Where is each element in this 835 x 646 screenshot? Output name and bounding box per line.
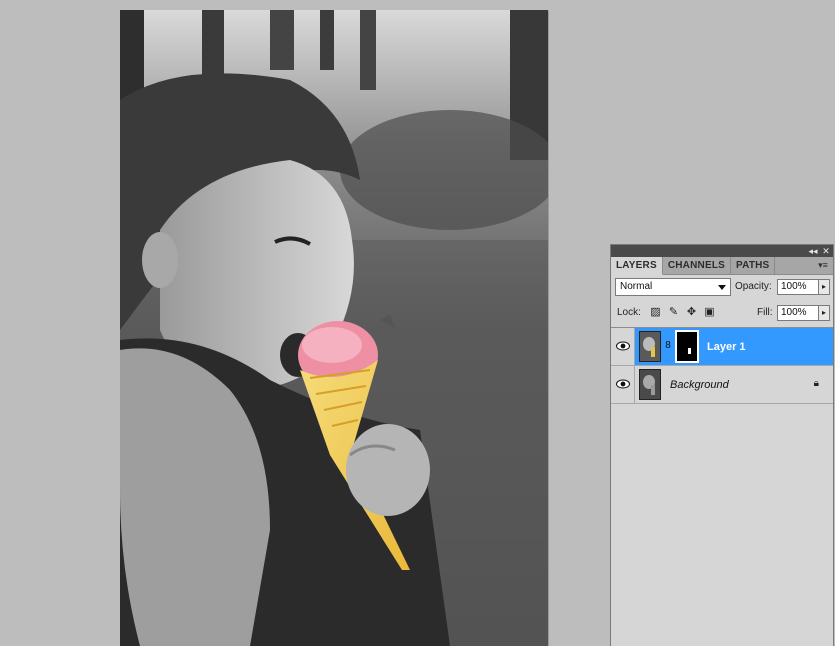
opacity-input[interactable]: 100% bbox=[777, 279, 819, 295]
lock-transparent-pixels-icon[interactable]: ▨ bbox=[649, 306, 662, 319]
fill-slider-arrow-icon[interactable]: ▸ bbox=[818, 305, 830, 321]
document-canvas[interactable] bbox=[120, 10, 548, 646]
layer-thumbnail[interactable] bbox=[639, 369, 661, 400]
opacity-label: Opacity: bbox=[735, 281, 772, 292]
lock-row: Lock: ▨ ✎ ✥ ▣ Fill: 100% ▸ bbox=[611, 301, 833, 327]
lock-all-icon[interactable]: ▣ bbox=[703, 306, 716, 319]
panel-titlebar: ◂◂ ✕ bbox=[611, 245, 833, 257]
layer-row-layer-1[interactable]: 8 Layer 1 bbox=[611, 328, 833, 366]
opacity-slider-arrow-icon[interactable]: ▸ bbox=[818, 279, 830, 295]
close-icon[interactable]: ✕ bbox=[820, 245, 832, 257]
layers-panel: ◂◂ ✕ LAYERS CHANNELS PATHS ▾≡ Normal Opa… bbox=[610, 244, 834, 646]
blend-mode-value: Normal bbox=[620, 281, 653, 292]
panel-tabs: LAYERS CHANNELS PATHS ▾≡ bbox=[611, 257, 833, 275]
visibility-eye-icon[interactable] bbox=[611, 328, 635, 365]
blend-mode-select[interactable]: Normal bbox=[615, 278, 731, 296]
collapse-icon[interactable]: ◂◂ bbox=[807, 245, 819, 257]
lock-position-icon[interactable]: ✥ bbox=[685, 306, 698, 319]
link-chain-icon[interactable]: 8 bbox=[663, 340, 673, 351]
visibility-eye-icon[interactable] bbox=[611, 366, 635, 403]
layer-thumbnail[interactable] bbox=[639, 331, 661, 362]
lock-image-pixels-icon[interactable]: ✎ bbox=[667, 306, 680, 319]
tab-layers[interactable]: LAYERS bbox=[611, 257, 663, 275]
layer-row-background[interactable]: Background 🔒︎ bbox=[611, 366, 833, 404]
lock-label: Lock: bbox=[617, 307, 641, 318]
tab-channels[interactable]: CHANNELS bbox=[663, 257, 732, 274]
layer-mask-thumbnail[interactable] bbox=[675, 330, 699, 363]
blend-row: Normal Opacity: 100% ▸ bbox=[611, 275, 833, 301]
chevron-down-icon bbox=[718, 285, 726, 290]
layer-name[interactable]: Layer 1 bbox=[707, 340, 746, 354]
photo-image bbox=[120, 10, 548, 646]
layers-list: 8 Layer 1 Background 🔒︎ bbox=[611, 327, 833, 646]
fill-input[interactable]: 100% bbox=[777, 305, 819, 321]
fill-label: Fill: bbox=[757, 307, 773, 318]
tab-paths[interactable]: PATHS bbox=[731, 257, 776, 274]
layer-name[interactable]: Background bbox=[670, 378, 729, 392]
panel-menu-icon[interactable]: ▾≡ bbox=[816, 260, 830, 271]
lock-icon: 🔒︎ bbox=[813, 378, 819, 389]
